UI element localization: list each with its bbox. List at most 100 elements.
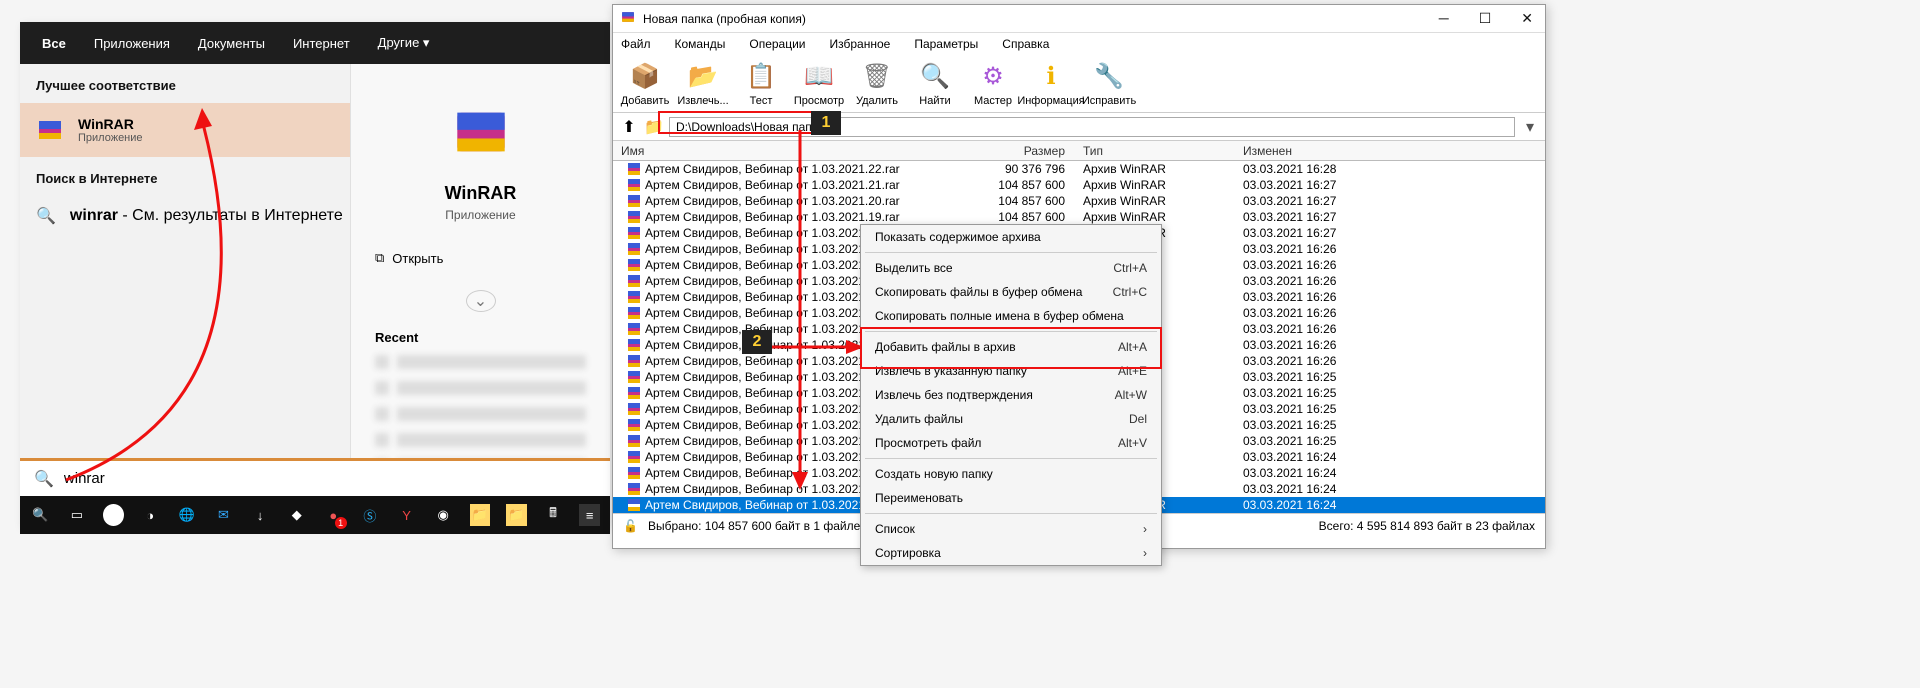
search-tab-docs[interactable]: Документы	[198, 36, 265, 51]
search-tab-web[interactable]: Интернет	[293, 36, 350, 51]
file-type: Архив WinRAR	[1083, 194, 1243, 208]
power-icon[interactable]: ◑	[140, 504, 161, 526]
result-title: WinRAR	[78, 116, 143, 132]
context-menu-item[interactable]: Извлечь в указанную папкуAlt+E	[861, 359, 1161, 383]
col-size[interactable]: Размер	[963, 144, 1083, 158]
archive-icon	[627, 194, 641, 208]
context-menu-item[interactable]: Создать новую папку	[861, 462, 1161, 486]
wizard-icon: ⚙	[976, 59, 1010, 93]
browser-icon[interactable]: 🌐	[177, 504, 198, 526]
file-row[interactable]: Артем Свидиров, Вебинар от 1.03.2021.19.…	[613, 209, 1545, 225]
file-name: Артем Свидиров, Вебинар от 1.03.2021.22.…	[645, 162, 900, 176]
toolbar-test-button[interactable]: 📋Тест	[737, 59, 785, 107]
archive-icon	[627, 322, 641, 336]
recent-item[interactable]	[375, 381, 586, 399]
menu-commands[interactable]: Команды	[675, 37, 726, 51]
context-menu-item[interactable]: Скопировать полные имена в буфер обмена	[861, 304, 1161, 328]
file-row[interactable]: Артем Свидиров, Вебинар от 1.03.2021.20.…	[613, 193, 1545, 209]
menu-item-label: Удалить файлы	[875, 412, 963, 426]
preview-open-button[interactable]: ⧉ Открыть	[375, 250, 443, 266]
menu-favorites[interactable]: Избранное	[830, 37, 891, 51]
menu-file[interactable]: Файл	[621, 37, 651, 51]
toolbar-info-button[interactable]: ℹИнформация	[1027, 59, 1075, 107]
menu-separator	[865, 252, 1157, 253]
col-name[interactable]: Имя	[613, 144, 963, 158]
preview-app-type: Приложение	[445, 208, 515, 222]
context-menu-item[interactable]: Список›	[861, 517, 1161, 541]
calc-icon[interactable]: 🖩	[543, 504, 564, 526]
menu-shortcut: Alt+E	[1118, 364, 1147, 378]
file-name: Артем Свидиров, Вебинар от 1.03.2021.21.…	[645, 178, 900, 192]
messenger-icon[interactable]: ✉	[213, 504, 234, 526]
toolbar-view-button[interactable]: 📖Просмотр	[795, 59, 843, 107]
task-view-icon[interactable]: ▭	[67, 504, 88, 526]
context-menu-item[interactable]: Скопировать файлы в буфер обменаCtrl+C	[861, 280, 1161, 304]
file-modified: 03.03.2021 16:26	[1243, 338, 1545, 352]
menu-item-label: Переименовать	[875, 491, 963, 505]
editor-icon[interactable]: ≡	[579, 504, 600, 526]
app-icon[interactable]: ◆	[286, 504, 307, 526]
close-button[interactable]: ✕	[1521, 10, 1533, 27]
file-row[interactable]: Артем Свидиров, Вебинар от 1.03.2021.22.…	[613, 161, 1545, 177]
archive-icon	[627, 370, 641, 384]
search-input[interactable]	[64, 470, 596, 487]
file-modified: 03.03.2021 16:27	[1243, 178, 1545, 192]
archive-icon	[627, 498, 641, 512]
path-dropdown-button[interactable]: ▾	[1521, 117, 1539, 137]
browser-icon[interactable]: Y	[396, 504, 417, 526]
app-icon[interactable]: ●1	[323, 504, 344, 526]
toolbar-find-button[interactable]: 🔍Найти	[911, 59, 959, 107]
search-icon: 🔍	[36, 206, 56, 226]
archive-icon	[627, 258, 641, 272]
minimize-button[interactable]: ─	[1439, 10, 1449, 27]
file-name: Артем Свидиров, Вебинар от 1.03.2021.2.r…	[645, 482, 893, 496]
search-tab-all[interactable]: Все	[42, 36, 66, 51]
toolbar-delete-button[interactable]: 🗑Удалить	[853, 59, 901, 107]
folder-icon[interactable]: 📁	[506, 504, 527, 526]
file-modified: 03.03.2021 16:25	[1243, 402, 1545, 416]
archive-icon	[627, 434, 641, 448]
archive-icon	[627, 386, 641, 400]
toolbar-repair-button[interactable]: 🔧Исправить	[1085, 59, 1133, 107]
path-input[interactable]	[669, 117, 1515, 137]
col-modified[interactable]: Изменен	[1243, 144, 1545, 158]
context-menu-item[interactable]: Выделить всеCtrl+A	[861, 256, 1161, 280]
downloads-icon[interactable]: ↓	[250, 504, 271, 526]
file-modified: 03.03.2021 16:25	[1243, 418, 1545, 432]
recent-item[interactable]	[375, 355, 586, 373]
menu-item-label: Скопировать полные имена в буфер обмена	[875, 309, 1124, 323]
recent-item[interactable]	[375, 407, 586, 425]
context-menu-item[interactable]: Добавить файлы в архивAlt+A	[861, 335, 1161, 359]
search-icon[interactable]: 🔍	[30, 504, 51, 526]
search-tab-apps[interactable]: Приложения	[94, 36, 170, 51]
context-menu-item[interactable]: Удалить файлыDel	[861, 407, 1161, 431]
skype-icon[interactable]: Ⓢ	[360, 504, 381, 526]
toolbar-extract-button[interactable]: 📂Извлечь...	[679, 59, 727, 107]
col-type[interactable]: Тип	[1083, 144, 1243, 158]
menu-help[interactable]: Справка	[1002, 37, 1049, 51]
file-row[interactable]: Артем Свидиров, Вебинар от 1.03.2021.21.…	[613, 177, 1545, 193]
folder-up-button[interactable]: ⬆	[619, 117, 639, 137]
context-menu-item[interactable]: Извлечь без подтвержденияAlt+W	[861, 383, 1161, 407]
context-menu-item[interactable]: Просмотреть файлAlt+V	[861, 431, 1161, 455]
lock-icon: 🔓	[623, 519, 638, 533]
file-modified: 03.03.2021 16:24	[1243, 498, 1545, 512]
browser-icon[interactable]	[103, 504, 124, 526]
context-menu-item[interactable]: Сортировка›	[861, 541, 1161, 565]
taskbar: 🔍 ▭ ◑ 🌐 ✉ ↓ ◆ ●1 Ⓢ Y ◉ 📁 📁 🖩 ≡	[20, 496, 610, 534]
toolbar-add-button[interactable]: 📦Добавить	[621, 59, 669, 107]
context-menu-item[interactable]: Показать содержимое архива	[861, 225, 1161, 249]
context-menu-item[interactable]: Переименовать	[861, 486, 1161, 510]
maximize-button[interactable]: ☐	[1479, 10, 1492, 27]
menu-item-label: Показать содержимое архива	[875, 230, 1041, 244]
menu-operations[interactable]: Операции	[749, 37, 805, 51]
recent-item[interactable]	[375, 433, 586, 451]
camera-icon[interactable]: ◉	[433, 504, 454, 526]
open-icon: ⧉	[375, 250, 384, 266]
preview-expand-button[interactable]: ⌄	[466, 290, 496, 312]
file-modified: 03.03.2021 16:28	[1243, 162, 1545, 176]
folder-icon[interactable]: 📁	[470, 504, 491, 526]
toolbar-wizard-button[interactable]: ⚙Мастер	[969, 59, 1017, 107]
search-tab-more[interactable]: Другие ▾	[378, 35, 430, 51]
menu-options[interactable]: Параметры	[914, 37, 978, 51]
